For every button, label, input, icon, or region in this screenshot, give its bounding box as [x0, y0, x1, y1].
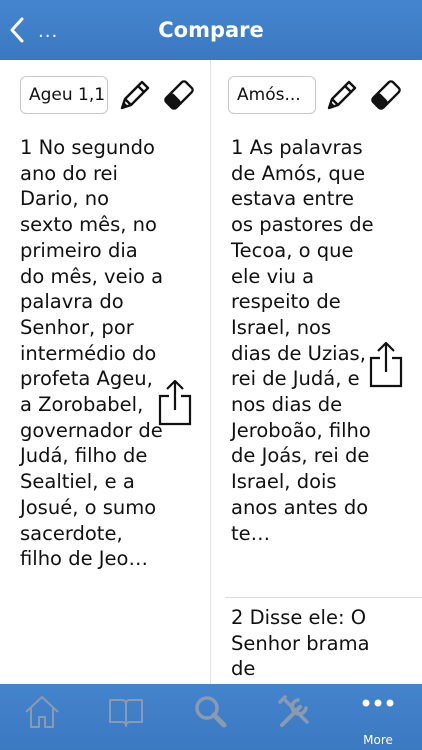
tab-bar: More — [0, 684, 422, 750]
share-icon — [369, 341, 403, 388]
left-edit-button[interactable] — [116, 76, 154, 114]
verse-divider — [225, 597, 422, 598]
right-clear-button[interactable] — [367, 76, 405, 114]
tab-home[interactable] — [10, 684, 74, 750]
left-verse-text: 1 No segundo ano do rei Dario, no sexto … — [20, 136, 164, 571]
eraser-icon — [371, 80, 401, 110]
pencil-icon — [120, 80, 150, 110]
eraser-icon — [164, 80, 194, 110]
search-icon — [195, 696, 227, 728]
left-share-button[interactable] — [157, 378, 193, 426]
tab-more[interactable]: More — [346, 684, 410, 750]
tab-tools[interactable] — [262, 684, 326, 750]
right-share-button[interactable] — [368, 340, 404, 388]
tab-bible[interactable] — [94, 684, 158, 750]
left-reference-selector[interactable]: Ageu 1,1 — [20, 76, 108, 114]
tab-search[interactable] — [178, 684, 242, 750]
right-compare-column: Amós... 1 As palavras de Amós, que estav… — [211, 60, 422, 684]
page-title: Compare — [158, 18, 264, 42]
book-icon — [109, 699, 143, 727]
share-icon — [158, 379, 192, 426]
tab-more-label: More — [363, 733, 393, 747]
left-compare-column: Ageu 1,1 1 No segundo ano do rei Dario, … — [0, 60, 211, 684]
right-verse-2-text: 2 Disse ele: O Senhor brama de — [231, 606, 370, 681]
more-icon — [362, 699, 394, 707]
left-clear-button[interactable] — [160, 76, 198, 114]
tools-icon — [278, 695, 309, 727]
right-edit-button[interactable] — [323, 76, 361, 114]
right-reference-selector[interactable]: Amós... — [228, 76, 316, 114]
home-icon — [25, 696, 59, 728]
pencil-icon — [327, 80, 357, 110]
navigation-bar: ... Compare — [0, 0, 422, 60]
right-verse-1-text: 1 As palavras de Amós, que estava entre … — [231, 136, 374, 545]
